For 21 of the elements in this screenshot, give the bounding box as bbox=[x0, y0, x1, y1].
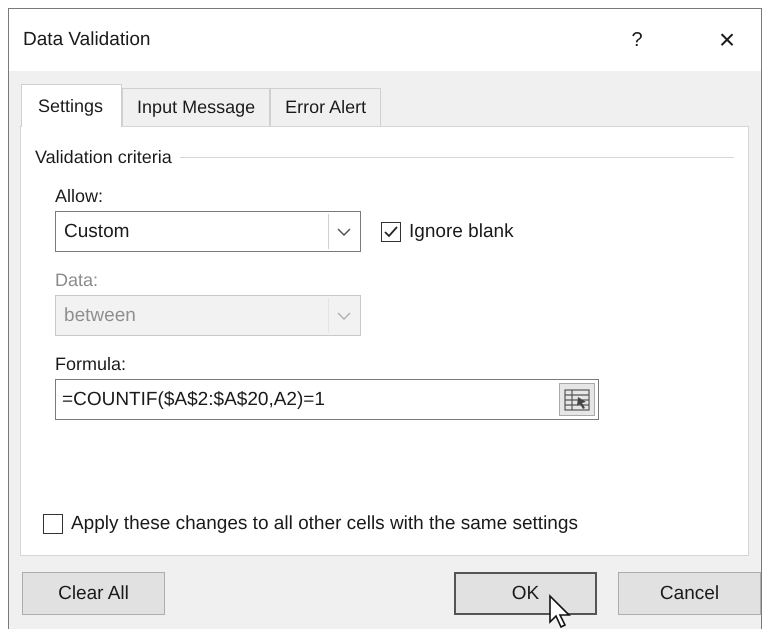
section-title: Validation criteria bbox=[35, 147, 172, 168]
field-label: Data: bbox=[55, 270, 100, 291]
caret-icon bbox=[336, 312, 350, 320]
range-select-icon[interactable] bbox=[564, 388, 590, 410]
tab[interactable]: Settings bbox=[21, 84, 122, 127]
field-label: Allow: bbox=[55, 186, 104, 207]
help-button[interactable]: ? bbox=[617, 28, 657, 52]
tab[interactable]: Input Message bbox=[122, 88, 270, 126]
caret-icon bbox=[336, 228, 350, 236]
allow-dropdown[interactable]: Custom bbox=[55, 211, 361, 252]
tab[interactable]: Error Alert bbox=[270, 88, 382, 126]
checkbox[interactable] bbox=[43, 514, 63, 534]
checkbox-label: Ignore blank bbox=[409, 220, 514, 242]
field-label: Formula: bbox=[55, 354, 128, 375]
checkbox-label: Apply these changes to all other cells with the same settings bbox=[71, 513, 578, 535]
close-button[interactable]: × bbox=[707, 24, 747, 56]
formula-field[interactable]: =COUNTIF($A$2:$A$20,A2)=1 bbox=[55, 379, 599, 420]
dialog-button[interactable]: Cancel bbox=[618, 572, 761, 615]
window-title: Data Validation bbox=[23, 29, 152, 51]
dialog-button[interactable]: Clear All bbox=[22, 572, 165, 615]
checkbox[interactable] bbox=[381, 222, 401, 242]
